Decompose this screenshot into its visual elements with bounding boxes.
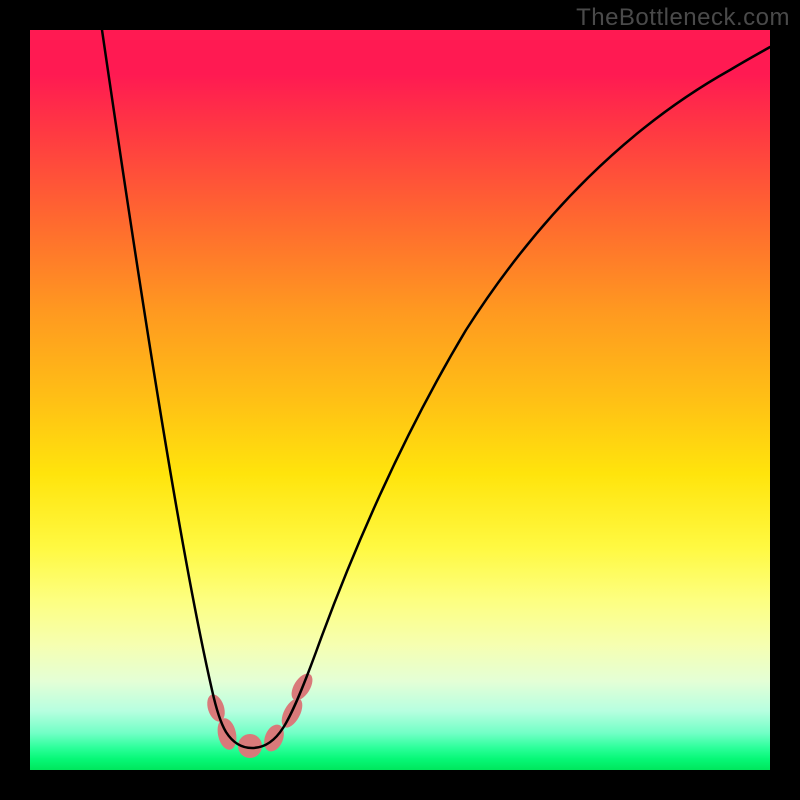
chart-frame: TheBottleneck.com (0, 0, 800, 800)
highlight-markers (204, 670, 317, 758)
watermark-text: TheBottleneck.com (576, 4, 790, 32)
bottleneck-curve (102, 30, 770, 748)
chart-svg (30, 30, 770, 770)
plot-area (30, 30, 770, 770)
